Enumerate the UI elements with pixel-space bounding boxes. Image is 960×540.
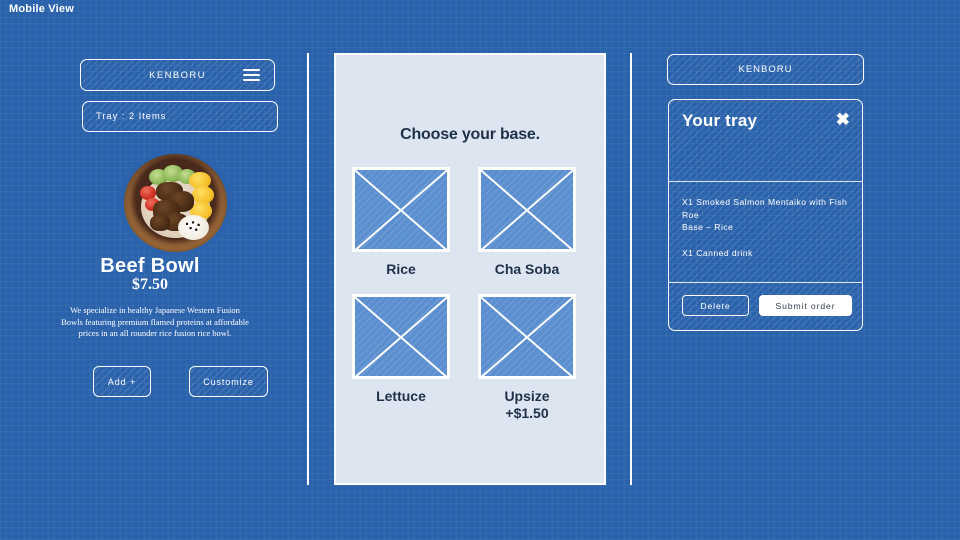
- tray-item-line: X1 Canned drink: [682, 247, 753, 258]
- tray-brand-label: KENBORU: [738, 64, 793, 75]
- base-option-cha-soba[interactable]: Cha Soba: [478, 167, 576, 278]
- tray-header: Your tray ✖: [669, 100, 862, 181]
- placeholder-image-icon[interactable]: [478, 294, 576, 379]
- mobile-preview-column: KENBORU Tray : 2 Items Beef Bowl $7.50 W…: [0, 0, 300, 540]
- tray-divider-bottom: [669, 282, 862, 283]
- base-option-label: Cha Soba: [494, 261, 560, 277]
- base-option-label: Rice: [386, 261, 416, 277]
- base-option-rice[interactable]: Rice: [352, 167, 450, 278]
- product-price: $7.50: [132, 276, 168, 293]
- tray-item-line: Base – Rice: [682, 222, 734, 232]
- choose-base-panel: Choose your base. Rice Cha Soba Lettuce: [334, 53, 606, 485]
- base-option-grid: Rice Cha Soba Lettuce Upsize +$1.50: [352, 167, 592, 422]
- product-description: We specialize in healthy Japanese Wester…: [61, 305, 249, 338]
- delete-button[interactable]: Delete: [682, 295, 749, 316]
- base-option-label: Upsize: [504, 388, 550, 404]
- beef-bowl-photo: [118, 150, 233, 256]
- base-option-lettuce[interactable]: Lettuce: [352, 294, 450, 422]
- add-button[interactable]: Add +: [93, 366, 151, 397]
- column-divider-left: [307, 53, 309, 485]
- choose-base-heading: Choose your base.: [400, 126, 540, 143]
- placeholder-image-icon[interactable]: [478, 167, 576, 252]
- mobile-tray-summary-label: Tray : 2 Items: [96, 111, 167, 122]
- base-option-upsize[interactable]: Upsize +$1.50: [478, 294, 576, 422]
- tray-footer: Delete Submit order: [669, 283, 862, 316]
- hamburger-icon[interactable]: [243, 69, 260, 81]
- tray-card: Your tray ✖ X1 Smoked Salmon Mentaiko wi…: [668, 99, 863, 331]
- tray-brand-bar[interactable]: KENBORU: [667, 54, 864, 85]
- close-icon[interactable]: ✖: [836, 111, 850, 128]
- placeholder-image-icon[interactable]: [352, 167, 450, 252]
- mobile-tray-summary-bar[interactable]: Tray : 2 Items: [82, 101, 278, 132]
- mobile-brand-bar[interactable]: KENBORU: [80, 59, 275, 91]
- product-action-row: Add + Customize: [93, 366, 268, 397]
- mobile-brand-label: KENBORU: [149, 69, 206, 81]
- base-option-label: Lettuce: [376, 388, 426, 404]
- tray-divider-top: [669, 181, 862, 182]
- customize-button[interactable]: Customize: [189, 366, 268, 397]
- placeholder-image-icon[interactable]: [352, 294, 450, 379]
- list-item: X1 Smoked Salmon Mentaiko with Fish Roe …: [682, 196, 849, 234]
- tray-column: KENBORU Your tray ✖ X1 Smoked Salmon Men…: [655, 0, 960, 540]
- tray-item-line: X1 Smoked Salmon Mentaiko with Fish Roe: [682, 197, 848, 220]
- app-background: Mobile View KENBORU Tray : 2 Items Beef …: [0, 0, 960, 540]
- tray-item-list: X1 Smoked Salmon Mentaiko with Fish Roe …: [669, 182, 862, 282]
- base-option-sublabel: +$1.50: [505, 405, 549, 421]
- submit-order-button[interactable]: Submit order: [759, 295, 852, 316]
- list-item: X1 Canned drink: [682, 247, 849, 260]
- product-name: Beef Bowl: [100, 255, 200, 277]
- tray-title: Your tray: [682, 111, 758, 130]
- column-divider-right: [630, 53, 632, 485]
